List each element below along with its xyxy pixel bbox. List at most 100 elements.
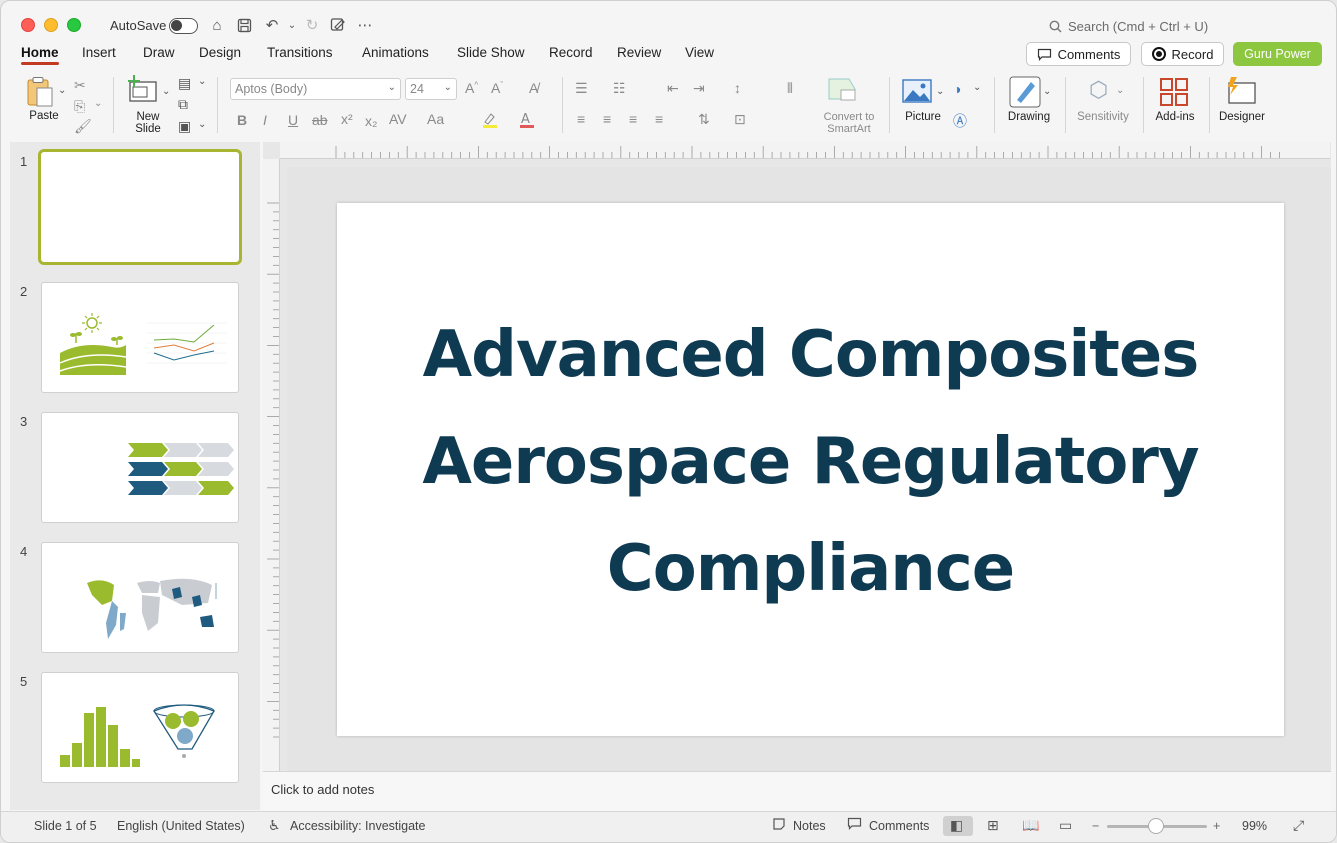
notes-icon[interactable] [772,817,786,834]
font-name-field[interactable]: Aptos (Body) ⌄ [230,78,401,100]
italic-icon[interactable]: I [263,112,267,128]
copy-icon[interactable]: ⎘ [74,98,85,115]
reading-view-icon[interactable]: 📖 [1022,817,1039,834]
underline-icon[interactable]: U [288,112,298,128]
current-slide[interactable]: Advanced Composites Aerospace Regulatory… [337,203,1284,736]
comments-toggle[interactable]: Comments [869,819,929,833]
comments-status-icon[interactable] [847,817,862,833]
zoom-out-button[interactable]: − [1092,819,1099,833]
notes-toggle[interactable]: Notes [793,819,826,833]
comments-button[interactable]: Comments [1026,42,1131,66]
decrease-indent-icon[interactable]: ⇤ [667,80,679,97]
slide-thumbnail-panel[interactable]: 1 2 3 4 5 [10,142,260,810]
close-window-button[interactable] [21,18,35,32]
new-slide-dropdown-chevron-icon[interactable]: ⌄ [162,86,170,97]
section-icon[interactable]: ▣ [178,118,191,135]
accessibility-icon[interactable]: ♿ [268,817,281,834]
numbering-icon[interactable]: ☷ [613,80,626,97]
columns-icon[interactable]: ⫴ [787,80,793,97]
line-spacing-icon[interactable]: ↕ [734,80,741,96]
zoom-slider-handle[interactable] [1148,818,1164,834]
horizontal-ruler[interactable] [280,142,1330,159]
section-dropdown-chevron-icon[interactable]: ⌄ [198,119,206,130]
sensitivity-dropdown-chevron-icon[interactable]: ⌄ [1116,85,1124,96]
subscript-icon[interactable]: x₂ [365,113,377,129]
more-options-icon[interactable]: ⋯ [355,15,375,35]
slide-thumbnail-5[interactable] [41,672,239,783]
maximize-window-button[interactable] [67,18,81,32]
slide-thumbnail-2[interactable] [41,282,239,393]
shapes-dropdown-chevron-icon[interactable]: ⌄ [973,82,981,93]
text-direction-icon[interactable]: ⇅ [698,111,710,128]
decrease-font-size-icon[interactable]: Aˇ [491,80,503,96]
change-case-icon[interactable]: Aa [427,111,444,127]
picture-dropdown-chevron-icon[interactable]: ⌄ [936,86,944,97]
align-center-icon[interactable]: ≡ [603,111,611,127]
tab-record[interactable]: Record [549,45,593,60]
text-box-icon[interactable]: Ⓐ [953,111,967,131]
new-slide-icon[interactable] [127,75,159,106]
tab-transitions[interactable]: Transitions [267,45,333,60]
layout-dropdown-chevron-icon[interactable]: ⌄ [198,76,206,87]
search-box[interactable]: Search (Cmd + Ctrl + U) [1049,19,1208,34]
slide-title[interactable]: Advanced Composites Aerospace Regulatory… [361,302,1261,623]
slide-thumbnail-3[interactable] [41,412,239,523]
slide-thumbnail-4[interactable] [41,542,239,653]
tab-insert[interactable]: Insert [82,45,116,60]
guru-power-button[interactable]: Guru Power [1233,42,1322,66]
smartart-icon[interactable] [827,77,859,106]
bold-icon[interactable]: B [237,112,247,128]
addins-icon[interactable] [1159,77,1189,110]
paste-icon[interactable] [25,76,55,111]
highlight-icon[interactable] [481,111,499,132]
autosave-toggle[interactable] [169,18,198,34]
increase-font-size-icon[interactable]: A^ [465,80,478,96]
justify-icon[interactable]: ≡ [655,111,663,127]
drawing-icon[interactable] [1009,76,1041,111]
notes-pane[interactable]: Click to add notes [263,771,1331,811]
bullets-icon[interactable]: ☰ [575,80,588,97]
language-status[interactable]: English (United States) [117,819,245,833]
drawing-dropdown-chevron-icon[interactable]: ⌄ [1043,86,1051,97]
tab-slide-show[interactable]: Slide Show [457,45,525,60]
increase-indent-icon[interactable]: ⇥ [693,80,705,97]
clear-formatting-icon[interactable]: A̸ [529,80,538,96]
align-text-icon[interactable]: ⊡ [734,111,746,128]
normal-view-icon[interactable]: ◧ [950,817,963,834]
cut-icon[interactable]: ✂ [74,77,86,94]
font-size-field[interactable]: 24 ⌄ [405,78,457,100]
zoom-in-button[interactable]: + [1213,819,1220,833]
format-painter-icon[interactable]: 🖌 [74,118,92,135]
tab-draw[interactable]: Draw [143,45,175,60]
minimize-window-button[interactable] [44,18,58,32]
layout-icon[interactable]: ▤ [178,75,191,92]
customize-icon[interactable] [328,15,348,35]
zoom-level[interactable]: 99% [1242,819,1267,833]
shapes-icon[interactable]: ◑ [953,81,961,97]
undo-dropdown-chevron-icon[interactable]: ⌄ [282,15,302,35]
save-icon[interactable] [234,15,254,35]
paste-dropdown-chevron-icon[interactable]: ⌄ [58,85,66,96]
tab-animations[interactable]: Animations [362,45,429,60]
superscript-icon[interactable]: x² [341,111,353,127]
strikethrough-icon[interactable]: ab [312,112,328,128]
sensitivity-icon[interactable]: ⬡ [1089,77,1108,103]
redo-icon[interactable]: ↻ [302,15,322,35]
font-color-icon[interactable]: A [518,111,536,132]
slide-show-view-icon[interactable]: ▭ [1059,817,1072,834]
reset-slide-icon[interactable]: ⧉ [178,96,188,113]
tab-design[interactable]: Design [199,45,241,60]
tab-home[interactable]: Home [21,45,59,65]
copy-dropdown-chevron-icon[interactable]: ⌄ [94,98,102,109]
home-icon[interactable]: ⌂ [207,15,227,35]
fit-to-window-icon[interactable]: ⤢ [1293,817,1304,834]
picture-icon[interactable] [902,79,932,106]
vertical-ruler[interactable] [263,159,280,771]
align-right-icon[interactable]: ≡ [629,111,637,127]
slide-sorter-icon[interactable]: ⊞ [987,817,999,834]
tab-view[interactable]: View [685,45,714,60]
accessibility-status[interactable]: Accessibility: Investigate [290,819,425,833]
align-left-icon[interactable]: ≡ [577,111,585,127]
designer-icon[interactable] [1225,75,1257,110]
record-button[interactable]: Record [1141,42,1224,66]
